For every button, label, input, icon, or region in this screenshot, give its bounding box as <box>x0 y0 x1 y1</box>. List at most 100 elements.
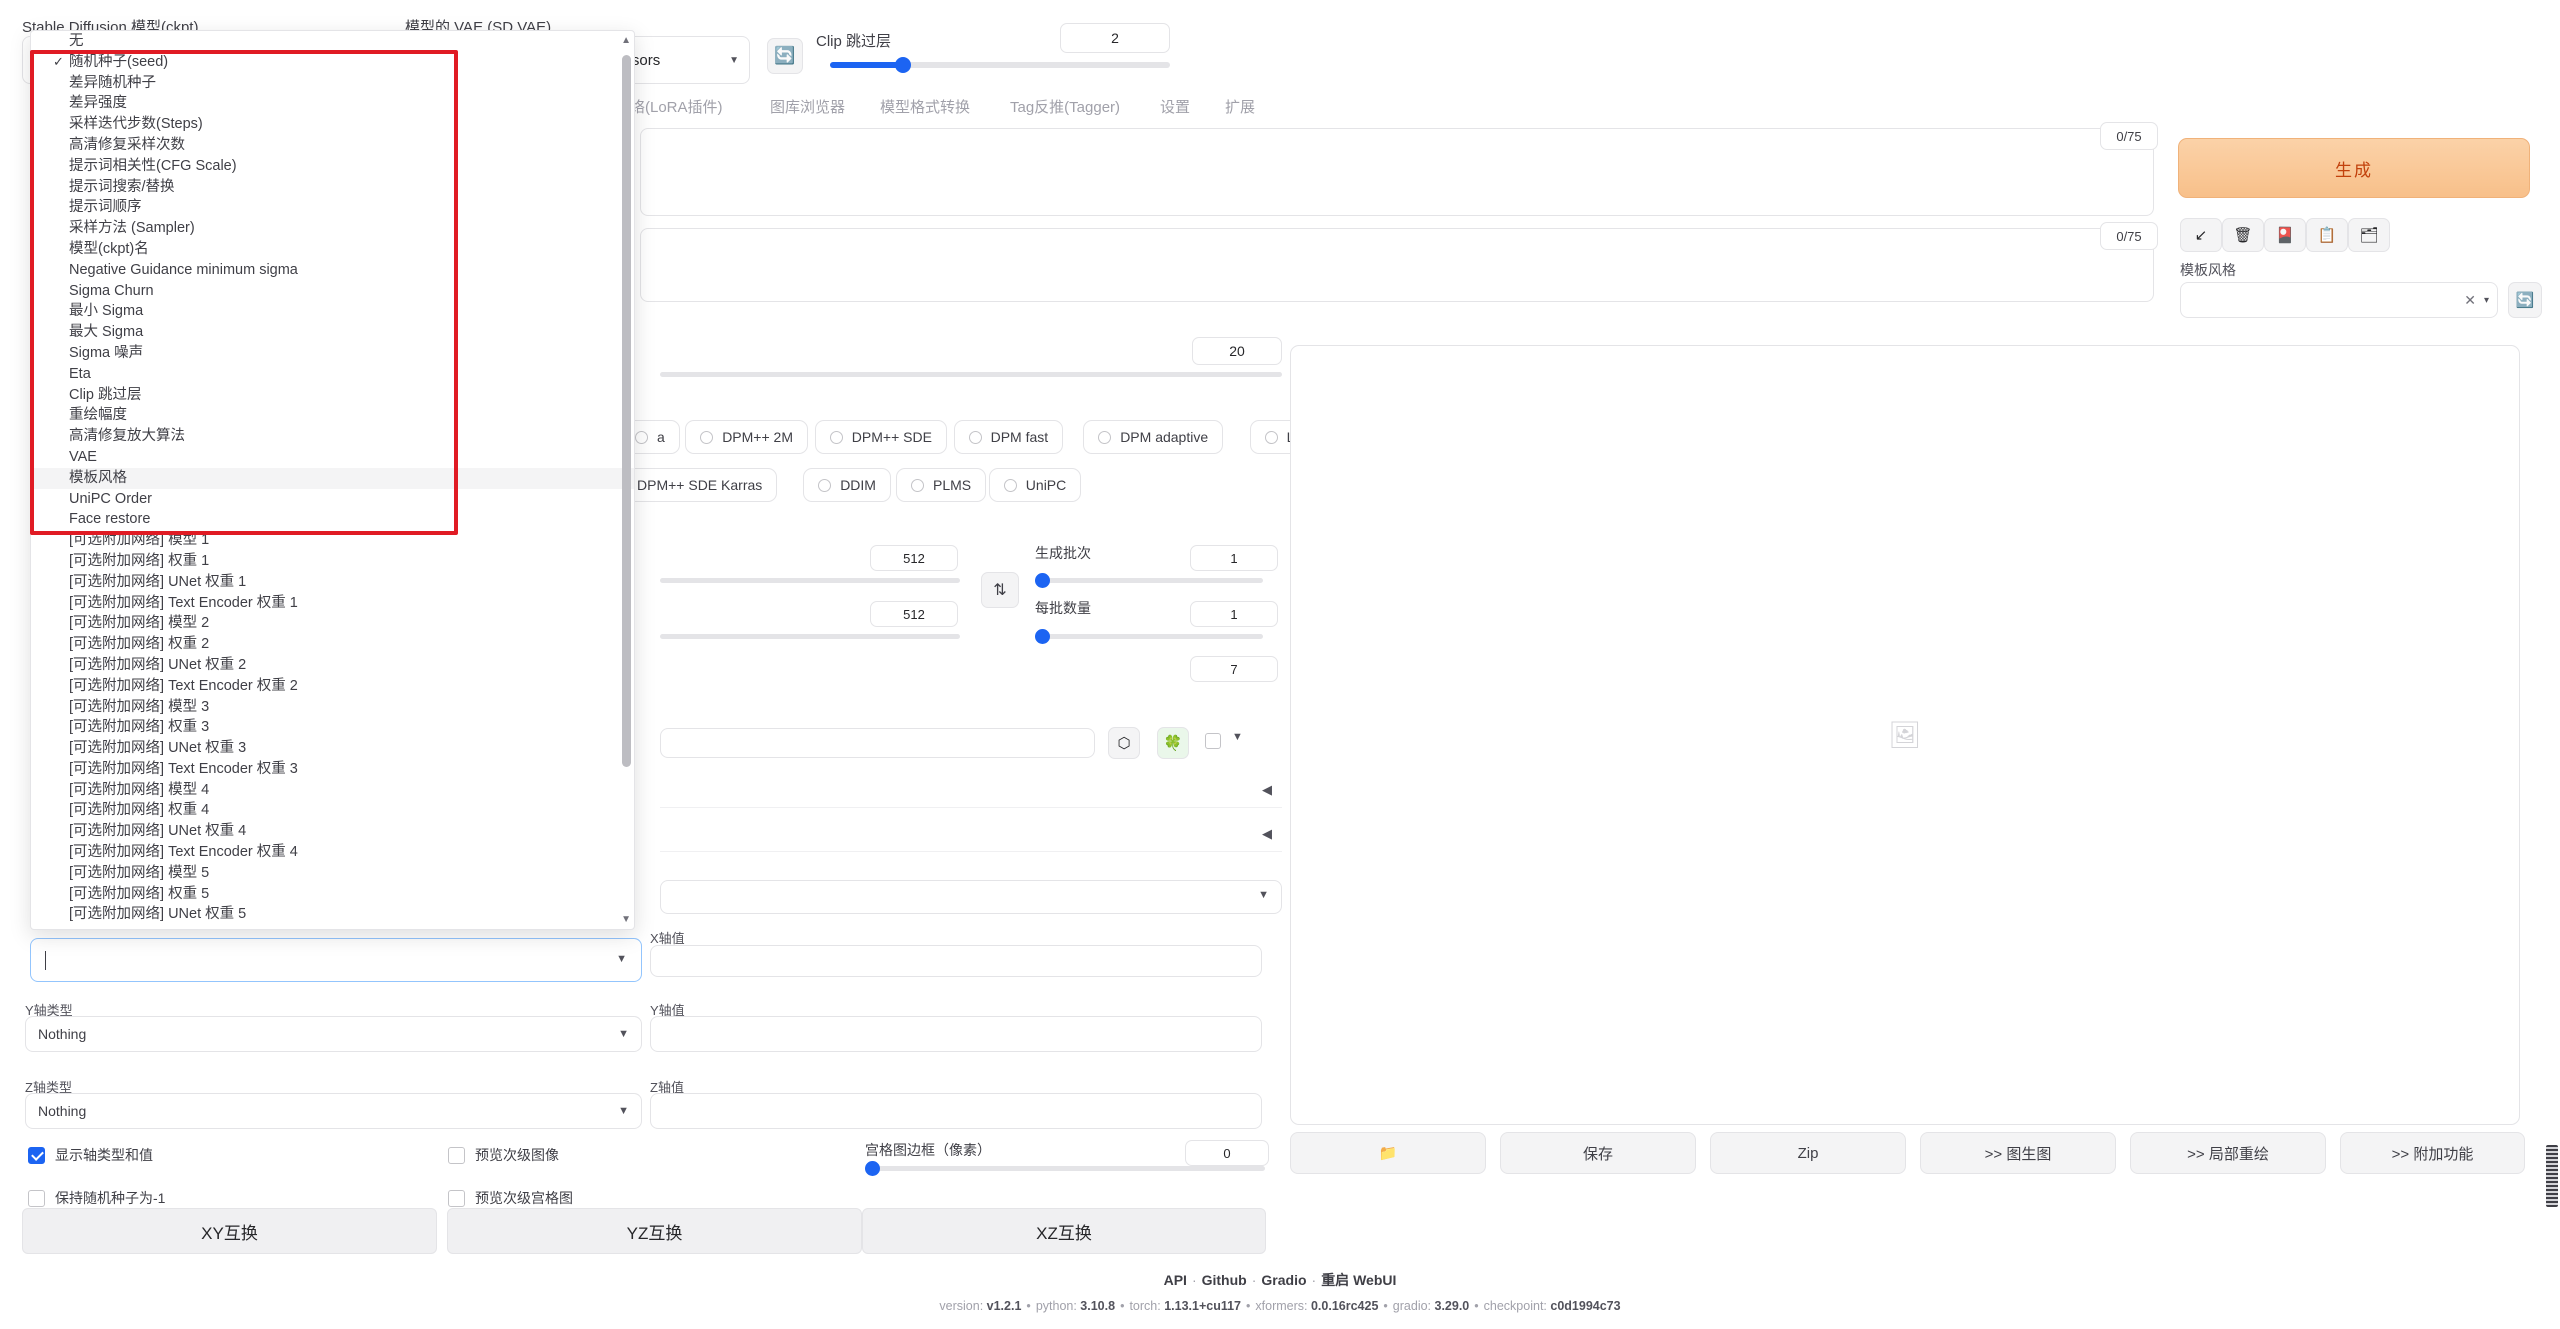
tab-1[interactable]: 络(LoRA插件) <box>630 96 723 117</box>
dropdown-option[interactable]: 模型(ckpt)名 <box>31 239 634 260</box>
dropdown-option[interactable]: [可选附加网络] UNet 权重 2 <box>31 655 634 676</box>
batch-count-slider[interactable] <box>1035 578 1263 583</box>
keep-seed-minus-one-checkbox[interactable]: 保持随机种子为-1 <box>28 1188 165 1208</box>
dropdown-option[interactable]: [可选附加网络] Text Encoder 权重 3 <box>31 759 634 780</box>
dropdown-option[interactable]: [可选附加网络] 权重 4 <box>31 800 634 821</box>
dropdown-option[interactable]: [可选附加网络] 模型 1 <box>31 530 634 551</box>
batch-size-slider-knob[interactable] <box>1035 629 1050 644</box>
save-button[interactable]: 保存 <box>1500 1132 1696 1174</box>
grid-margin-value[interactable]: 0 <box>1185 1140 1269 1166</box>
dropdown-option[interactable]: 高清修复放大算法 <box>31 426 634 447</box>
dropdown-option[interactable]: [可选附加网络] Text Encoder 权重 1 <box>31 593 634 614</box>
footer-link-github[interactable]: Github <box>1202 1272 1247 1288</box>
negative-prompt-input[interactable] <box>640 228 2154 302</box>
dropdown-option[interactable]: [可选附加网络] 权重 3 <box>31 717 634 738</box>
open-folder-button[interactable]: 📁 <box>1290 1132 1486 1174</box>
dropdown-option[interactable]: [可选附加网络] 权重 2 <box>31 634 634 655</box>
yz-swap-button[interactable]: YZ互换 <box>447 1208 862 1254</box>
xz-swap-button[interactable]: XZ互换 <box>862 1208 1266 1254</box>
generate-button[interactable]: 生成 <box>2178 138 2530 198</box>
sampler-option-dpm-2m[interactable]: DPM++ 2M <box>685 420 808 454</box>
dropdown-option[interactable]: 提示词搜索/替换 <box>31 177 634 198</box>
send-to-img2img-button[interactable]: >> 图生图 <box>1920 1132 2116 1174</box>
style-template-select[interactable]: ✕ ▾ <box>2180 282 2498 318</box>
x-axis-value-input[interactable] <box>650 945 1262 977</box>
restore-progress-button[interactable]: ↙ <box>2180 218 2222 252</box>
dropdown-option[interactable]: [可选附加网络] Text Encoder 权重 4 <box>31 842 634 863</box>
dropdown-option[interactable]: [可选附加网络] UNet 权重 4 <box>31 821 634 842</box>
dropdown-option[interactable]: 最小 Sigma <box>31 301 634 322</box>
x-axis-type-input[interactable]: ▼ <box>30 938 642 982</box>
dropdown-option[interactable]: [可选附加网络] 模型 4 <box>31 780 634 801</box>
sampler-option-dpm-sde[interactable]: DPM++ SDE <box>814 420 947 454</box>
dropdown-option[interactable]: [可选附加网络] UNet 权重 1 <box>31 572 634 593</box>
clear-prompt-button[interactable]: 🗑 <box>2222 218 2264 252</box>
grid-margin-slider-knob[interactable] <box>865 1161 880 1176</box>
dropdown-option[interactable]: [可选附加网络] UNet 权重 5 <box>31 904 634 925</box>
show-axis-types-and-values-checkbox[interactable]: 显示轴类型和值 <box>28 1145 153 1165</box>
batch-size-value[interactable]: 1 <box>1190 601 1278 627</box>
dropdown-option[interactable]: 重绘幅度 <box>31 405 634 426</box>
footer-link-gradio[interactable]: Gradio <box>1261 1272 1306 1288</box>
tab-5[interactable]: 设置 <box>1160 96 1190 117</box>
tab-2[interactable]: 图库浏览器 <box>770 96 845 117</box>
dropdown-option[interactable]: [可选附加网络] 权重 1 <box>31 551 634 572</box>
y-axis-value-input[interactable] <box>650 1016 1262 1052</box>
dropdown-option[interactable]: 差异强度 <box>31 93 634 114</box>
collapsible-section-1[interactable]: ◀ <box>660 776 1282 808</box>
dropdown-option[interactable]: Sigma 噪声 <box>31 343 634 364</box>
sampler-option-dpm-fast[interactable]: DPM fast <box>953 420 1064 454</box>
batch-count-value[interactable]: 1 <box>1190 545 1278 571</box>
sampler-option-ddim[interactable]: DDIM <box>803 468 891 502</box>
dropdown-option[interactable]: 无 <box>31 31 634 52</box>
extras-checkbox[interactable] <box>1205 733 1221 749</box>
cfg-scale-value[interactable]: 7 <box>1190 656 1278 682</box>
tab-4[interactable]: Tag反推(Tagger) <box>1010 96 1120 117</box>
close-icon[interactable]: ✕ <box>2464 292 2476 309</box>
x-axis-type-dropdown[interactable]: 无 ✓ 随机种子(seed) 差异随机种子 差异强度 采样迭代步数(Steps) 高清修复采… <box>30 30 635 930</box>
clip-skip-value[interactable]: 2 <box>1060 23 1170 53</box>
dropdown-option[interactable]: 采样迭代步数(Steps) <box>31 114 634 135</box>
dropdown-option[interactable]: 采样方法 (Sampler) <box>31 218 634 239</box>
dropdown-option[interactable]: 差异随机种子 <box>31 73 634 94</box>
script-select[interactable]: ▼ <box>660 880 1282 914</box>
footer-link-重启-webui[interactable]: 重启 WebUI <box>1321 1272 1396 1288</box>
y-axis-type-select[interactable]: Nothing ▼ <box>25 1016 642 1052</box>
dropdown-option[interactable]: Negative Guidance minimum sigma <box>31 260 634 281</box>
dropdown-option[interactable]: Sigma Churn <box>31 281 634 302</box>
leaf-button[interactable]: 🍀 <box>1157 727 1189 759</box>
dropdown-option[interactable]: [可选附加网络] 模型 2 <box>31 613 634 634</box>
height-value[interactable]: 512 <box>870 601 958 627</box>
tab-3[interactable]: 模型格式转换 <box>880 96 970 117</box>
clip-skip-slider[interactable] <box>830 57 1170 73</box>
extra-networks-button[interactable]: ⬡ <box>1108 727 1140 759</box>
dropdown-option[interactable]: UniPC Order <box>31 489 634 510</box>
sampler-option-plms[interactable]: PLMS <box>896 468 987 502</box>
xy-swap-button[interactable]: XY互换 <box>22 1208 437 1254</box>
positive-prompt-input[interactable] <box>640 128 2154 216</box>
dropdown-option[interactable]: [可选附加网络] 模型 5 <box>31 863 634 884</box>
tab-6[interactable]: 扩展 <box>1225 96 1255 117</box>
batch-count-slider-knob[interactable] <box>1035 573 1050 588</box>
width-slider[interactable] <box>660 578 960 583</box>
output-gallery[interactable]: 🖼 <box>1290 345 2520 1125</box>
send-to-inpaint-button[interactable]: >> 局部重绘 <box>2130 1132 2326 1174</box>
apply-style-button[interactable]: 📋 <box>2306 218 2348 252</box>
clip-skip-slider-knob[interactable] <box>894 57 911 73</box>
dropdown-option[interactable]: VAE <box>31 447 634 468</box>
page-scrollbar[interactable] <box>2546 1145 2558 1207</box>
dropdown-option[interactable]: Clip 跳过层 <box>31 385 634 406</box>
dropdown-option[interactable]: 模板风格 <box>31 467 634 489</box>
scroll-up-icon[interactable]: ▲ <box>621 35 631 46</box>
sampler-option-dpm-adaptive[interactable]: DPM adaptive <box>1083 420 1224 454</box>
save-style-button[interactable]: 🗂 <box>2348 218 2390 252</box>
zip-button[interactable]: Zip <box>1710 1132 1906 1174</box>
sampler-option-unipc[interactable]: UniPC <box>988 468 1082 502</box>
dropdown-option[interactable]: [可选附加网络] Text Encoder 权重 2 <box>31 676 634 697</box>
show-extra-networks-button[interactable]: 🎴 <box>2264 218 2306 252</box>
collapsible-section-2[interactable]: ◀ <box>660 820 1282 852</box>
dropdown-option[interactable]: 最大 Sigma <box>31 322 634 343</box>
swap-dimensions-button[interactable]: ⇅ <box>981 572 1019 608</box>
footer-link-api[interactable]: API <box>1164 1272 1187 1288</box>
preview-sub-images-checkbox[interactable]: 预览次级图像 <box>448 1145 559 1165</box>
